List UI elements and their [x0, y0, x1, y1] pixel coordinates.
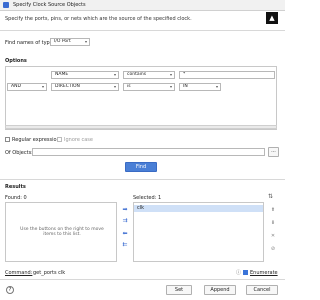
selected-list[interactable]: clk	[133, 202, 264, 262]
find-button[interactable]: Find	[125, 162, 157, 172]
option2-value-text: IN	[183, 84, 188, 89]
found-list[interactable]: Use the buttons on the right to move ite…	[5, 202, 117, 262]
set-button[interactable]: Set	[166, 285, 192, 295]
find-names-select[interactable]: I/O Port ▾	[50, 38, 90, 46]
option2-logic-value: AND	[11, 84, 21, 89]
move-left-icon[interactable]: ⬅	[121, 230, 129, 237]
options-scrollbar[interactable]	[5, 125, 277, 129]
ignore-case-label: Ignore case	[64, 137, 93, 143]
option2-field-value: DIRECTION	[55, 84, 80, 89]
clear-icon[interactable]: ⊘	[270, 246, 276, 252]
window-title: Specify Clock Source Objects	[13, 2, 86, 8]
option2-field-select[interactable]: DIRECTION ▾	[51, 83, 119, 91]
help-icon: ⓘ	[236, 270, 242, 276]
option2-logic-select[interactable]: AND ▾	[7, 83, 47, 91]
remove-icon[interactable]: ✕	[270, 233, 276, 239]
of-objects-label: Of Objects:	[5, 150, 33, 156]
command-label: Command:	[5, 270, 33, 276]
regex-checkbox[interactable]	[5, 137, 10, 142]
found-label: Found: 0	[5, 195, 27, 201]
find-names-value: I/O Port	[54, 39, 71, 44]
chevron-down-icon: ▾	[215, 84, 218, 89]
option2-value-select[interactable]: IN ▾	[179, 83, 221, 91]
results-heading: Results	[5, 184, 26, 190]
regex-label: Regular expression	[12, 137, 60, 143]
option1-field-value: NAME	[55, 72, 69, 77]
append-button[interactable]: Append	[204, 285, 236, 295]
selected-label: Selected: 1	[133, 195, 162, 201]
cancel-button[interactable]: Cancel	[246, 285, 278, 295]
sort-az-icon[interactable]: ⇅	[268, 193, 273, 200]
move-right-icon[interactable]: ➡	[121, 206, 129, 213]
options-heading: Options	[5, 58, 27, 64]
command-value: get_ports clk	[33, 270, 66, 276]
move-up-icon[interactable]: ⬆	[270, 207, 276, 213]
move-all-right-icon[interactable]: ⇉	[121, 217, 129, 224]
help-button[interactable]: ?	[6, 286, 14, 294]
chevron-down-icon: ▾	[84, 39, 87, 44]
chevron-down-icon: ▾	[113, 84, 116, 89]
divider	[0, 179, 285, 180]
option1-operator-value: contains	[127, 72, 147, 77]
move-down-icon[interactable]: ⬇	[270, 220, 276, 226]
option1-value-input[interactable]: *	[179, 71, 275, 79]
option1-value-text: *	[183, 72, 186, 77]
option1-field-select[interactable]: NAME ▾	[51, 71, 119, 79]
divider	[0, 30, 285, 31]
option2-operator-value: is	[127, 84, 131, 89]
list-item[interactable]: clk	[134, 205, 263, 212]
logo-icon: ▲	[266, 12, 278, 24]
option2-operator-select[interactable]: is ▾	[123, 83, 175, 91]
of-objects-input[interactable]	[32, 148, 265, 156]
enumerate-label: Enumerate	[250, 270, 278, 276]
description: Specify the ports, pins, or nets which a…	[5, 16, 192, 22]
enumerate-checkbox[interactable]	[243, 270, 248, 275]
ignore-case-checkbox[interactable]	[57, 137, 62, 142]
chevron-down-icon: ▾	[169, 72, 172, 77]
divider	[0, 279, 285, 280]
find-names-label: Find names of type:	[5, 40, 55, 46]
list-item-label: clk	[137, 205, 145, 211]
chevron-down-icon: ▾	[169, 84, 172, 89]
empty-hint: Use the buttons on the right to move ite…	[20, 227, 104, 237]
move-all-left-icon[interactable]: ⇇	[121, 241, 129, 248]
of-objects-more-button[interactable]: ...	[268, 147, 279, 157]
chevron-down-icon: ▾	[113, 72, 116, 77]
chevron-down-icon: ▾	[41, 84, 44, 89]
option1-operator-select[interactable]: contains ▾	[123, 71, 175, 79]
title-bar: Specify Clock Source Objects	[0, 0, 285, 11]
app-icon	[3, 2, 9, 8]
